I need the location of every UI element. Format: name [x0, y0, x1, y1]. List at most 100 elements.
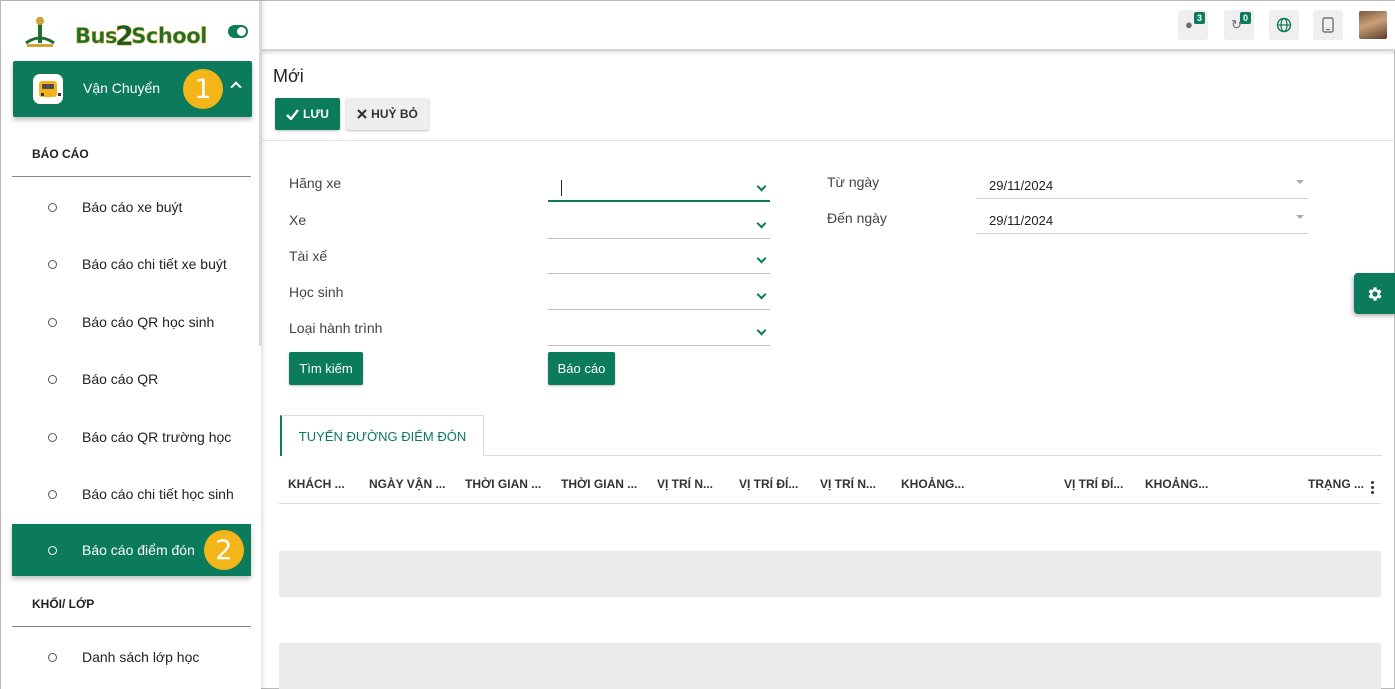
- chevron-down-icon: [756, 181, 767, 192]
- chevron-down-icon: [756, 218, 767, 229]
- bus2school-logo[interactable]: Bus2School: [75, 19, 208, 53]
- circle-icon: [48, 433, 57, 442]
- sidebar-item-label: Báo cáo QR: [82, 371, 159, 387]
- caret-down-icon: [1296, 180, 1304, 184]
- divider: [261, 140, 1395, 141]
- messages-count: 3: [1193, 12, 1205, 24]
- xe-select[interactable]: [548, 213, 770, 239]
- search-button[interactable]: Tìm kiếm: [289, 352, 363, 385]
- sidebar-item-label: Báo cáo điểm đón: [82, 542, 195, 558]
- caret-down-icon: [1296, 215, 1304, 219]
- column-header[interactable]: TRẠNG ...: [1308, 477, 1364, 491]
- to-date-value: 29/11/2024: [989, 213, 1054, 228]
- to-date-field[interactable]: 29/11/2024: [976, 206, 1308, 234]
- sidebar-item-label: Báo cáo chi tiết xe buýt: [82, 256, 227, 272]
- label-hang-xe: Hãng xe: [289, 175, 342, 191]
- sidebar-item-bao-cao-xe-buyt[interactable]: Báo cáo xe buýt: [12, 181, 251, 233]
- school-bus-icon: [33, 74, 63, 104]
- activities-count: 0: [1239, 12, 1251, 24]
- save-button[interactable]: LƯU: [275, 98, 340, 130]
- from-date-value: 29/11/2024: [989, 178, 1054, 193]
- sidebar-item-label: Danh sách lớp học: [82, 649, 200, 665]
- label-hoc-sinh: Học sinh: [289, 284, 344, 300]
- main-content: Mới LƯU HUỶ BỎ Hãng xe Xe Tài xế Học sin…: [261, 51, 1395, 689]
- circle-icon: [48, 490, 57, 499]
- sidebar-item-danh-sach-lop-hoc[interactable]: Danh sách lớp học: [12, 631, 251, 683]
- column-header[interactable]: KHÁCH ...: [288, 477, 345, 491]
- settings-button[interactable]: [1354, 273, 1395, 314]
- section-title-bao-cao: BÁO CÁO: [32, 147, 89, 161]
- page-title: Mới: [273, 66, 304, 86]
- table-row: [279, 643, 1381, 689]
- chevron-up-icon: [230, 81, 242, 93]
- tablet-icon: [1322, 17, 1334, 33]
- gear-icon: [1368, 286, 1382, 301]
- section-divider: [12, 176, 251, 177]
- hang-xe-select[interactable]: [548, 176, 770, 202]
- circle-icon: [48, 260, 57, 269]
- sidebar-item-bao-cao-chi-tiet-hoc-sinh[interactable]: Báo cáo chi tiết học sinh: [12, 468, 251, 520]
- hoc-sinh-select[interactable]: [548, 284, 770, 310]
- chevron-down-icon: [756, 253, 767, 264]
- table-row: [279, 551, 1381, 597]
- circle-icon: [48, 203, 57, 212]
- save-label: LƯU: [303, 107, 329, 121]
- chevron-down-icon: [756, 325, 767, 336]
- circle-icon: [48, 375, 57, 384]
- step-badge-1: 1: [183, 69, 223, 109]
- column-options-icon[interactable]: [1371, 481, 1374, 494]
- brand: Bus2School: [1, 1, 261, 61]
- column-header[interactable]: THỜI GIAN ...: [465, 477, 541, 491]
- globe-icon: [1276, 17, 1292, 33]
- table-header-divider: [279, 503, 1381, 504]
- cancel-label: HUỶ BỎ: [371, 107, 418, 121]
- avatar[interactable]: [1359, 11, 1387, 39]
- column-header[interactable]: KHOẢNG...: [1145, 477, 1208, 491]
- label-loai-hanh-trinh: Loại hành trình: [289, 320, 383, 336]
- sidebar-item-bao-cao-qr-truong-hoc[interactable]: Báo cáo QR trường học: [12, 411, 251, 463]
- column-header[interactable]: VỊ TRÍ N...: [820, 477, 876, 491]
- school-logo-icon[interactable]: [23, 15, 57, 49]
- section-divider: [12, 626, 251, 627]
- from-date-field[interactable]: 29/11/2024: [976, 171, 1308, 199]
- sidebar-scrollbar[interactable]: [259, 1, 262, 346]
- language-button[interactable]: [1269, 10, 1299, 40]
- messages-button[interactable]: ● 3: [1178, 10, 1208, 40]
- mobile-button[interactable]: [1313, 10, 1343, 40]
- sidebar-item-bao-cao-qr-hoc-sinh[interactable]: Báo cáo QR học sinh: [12, 296, 251, 348]
- sidebar-toggle[interactable]: [228, 25, 248, 38]
- circle-icon: [48, 318, 57, 327]
- tab-tuyen-duong-diem-don[interactable]: TUYẾN ĐƯỜNG ĐIỂM ĐÓN: [280, 415, 484, 456]
- column-header[interactable]: VỊ TRÍ ĐÍ...: [1064, 477, 1123, 491]
- sidebar-item-label: Báo cáo QR học sinh: [82, 314, 215, 330]
- sidebar-item-label: Báo cáo xe buýt: [82, 199, 183, 215]
- step-badge-2: 2: [204, 530, 244, 570]
- sidebar-item-bao-cao-chi-tiet-xe-buyt[interactable]: Báo cáo chi tiết xe buýt: [12, 238, 251, 290]
- sidebar: Bus2School Vận Chuyển 1 BÁO CÁO Báo cáo …: [1, 1, 261, 689]
- cancel-button[interactable]: HUỶ BỎ: [346, 98, 429, 130]
- column-header[interactable]: KHOẢNG...: [901, 477, 964, 491]
- column-header[interactable]: THỜI GIAN ...: [561, 477, 637, 491]
- close-icon: [357, 109, 367, 119]
- sidebar-item-label: Báo cáo QR trường học: [82, 429, 232, 445]
- column-header[interactable]: NGÀY VẬN ...: [369, 477, 445, 491]
- column-header[interactable]: VỊ TRÍ N...: [657, 477, 713, 491]
- label-tu-ngay: Từ ngày: [827, 174, 880, 190]
- label-den-ngay: Đến ngày: [827, 210, 887, 226]
- loai-hanh-trinh-select[interactable]: [548, 320, 770, 346]
- chevron-down-icon: [756, 289, 767, 300]
- column-header[interactable]: VỊ TRÍ ĐÍ...: [739, 477, 798, 491]
- text-cursor: [561, 180, 562, 196]
- label-tai-xe: Tài xế: [289, 248, 328, 264]
- chat-icon: ●: [1185, 17, 1193, 32]
- circle-icon: [48, 653, 57, 662]
- section-title-khoi-lop: KHỐI/ LỚP: [32, 597, 95, 611]
- label-xe: Xe: [289, 212, 307, 228]
- check-icon: [286, 108, 299, 120]
- tai-xe-select[interactable]: [548, 248, 770, 274]
- sidebar-item-label: Báo cáo chi tiết học sinh: [82, 486, 234, 502]
- module-label: Vận Chuyển: [83, 80, 161, 96]
- activities-button[interactable]: ↻ 0: [1224, 10, 1254, 40]
- sidebar-item-bao-cao-qr[interactable]: Báo cáo QR: [12, 353, 251, 405]
- report-button[interactable]: Báo cáo: [548, 352, 615, 385]
